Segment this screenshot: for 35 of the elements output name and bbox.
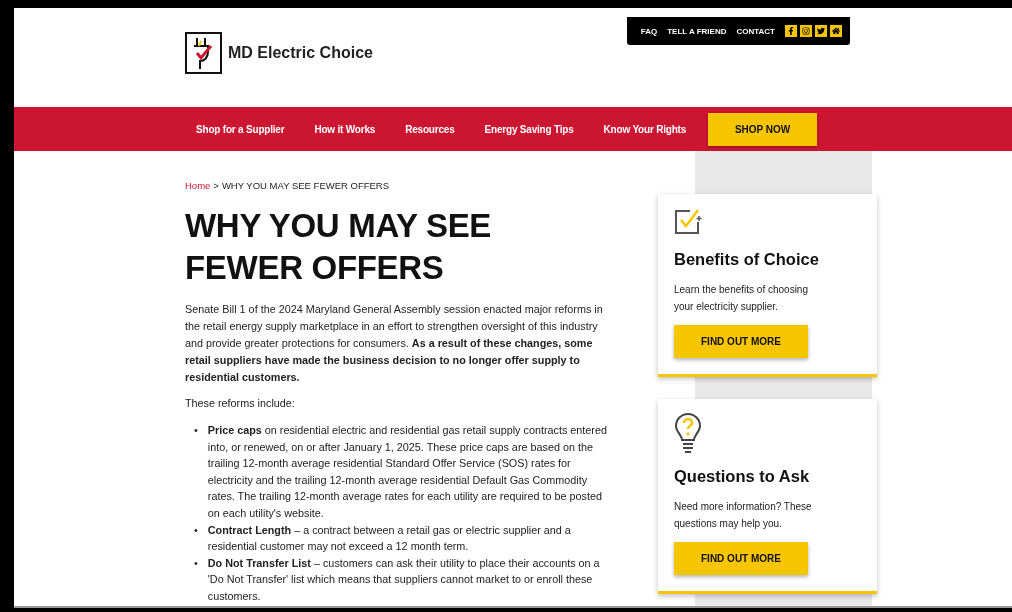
breadcrumb-current: WHY YOU MAY SEE FEWER OFFERS bbox=[221, 180, 390, 191]
instagram-icon[interactable] bbox=[800, 25, 812, 37]
utility-link[interactable]: CONTACT bbox=[736, 26, 775, 36]
reform-list-item: Contract Length – a contract between a retail gas or electric supplier and a residential customer may not exceed a 12 month term. bbox=[207, 522, 572, 555]
nav-link[interactable]: How it Works bbox=[314, 123, 376, 135]
question-lightbulb-icon bbox=[674, 413, 702, 453]
find-out-more-button[interactable]: FIND OUT MORE bbox=[674, 325, 808, 358]
bullet: • bbox=[194, 555, 198, 571]
nav-link[interactable]: Know Your Rights bbox=[603, 123, 687, 135]
bullet: • bbox=[194, 423, 198, 438]
find-out-more-button[interactable]: FIND OUT MORE bbox=[674, 542, 808, 575]
facebook-icon[interactable] bbox=[785, 25, 797, 37]
intro-paragraph: Senate Bill 1 of the 2024 Maryland General Assembly session enacted major reforms in the retail energy supply marketplace in an effort to strengthen oversight of this industry and provide greater protections for consumers. As a result of these changes, some retail suppliers have made the business decision to no longer offer supply to residential customers. bbox=[185, 302, 604, 385]
nav-link[interactable]: Energy Saving Tips bbox=[484, 123, 574, 135]
plug-check-logo-icon bbox=[185, 32, 222, 74]
reform-list-item: Price caps on residential electric and residential gas retail supply contracts entered into, or renewed, on or after January 1, 2025. These price caps are based on the trailing 12-month average residential Standard Offer Service (SOS) rates for electricity and the trailing 12-month average residential Default Gas Commodity rates. The trailing 12-month average rates for each utility are required to be posted on each utility's website. bbox=[207, 423, 608, 521]
twitter-icon[interactable] bbox=[815, 25, 827, 37]
card-title: Questions to Ask bbox=[674, 467, 811, 486]
breadcrumb-home-link[interactable]: Home bbox=[185, 180, 211, 191]
home-icon[interactable] bbox=[830, 25, 842, 37]
card-text: Learn the benefits of choosing your electricity supplier. bbox=[674, 283, 809, 314]
reform-list-item: Do Not Transfer List – customers can ask their utility to place their accounts on a 'Do Not Transfer' list which means that suppliers cannot market to or enroll these customers. bbox=[207, 555, 601, 604]
utility-link[interactable]: FAQ bbox=[640, 26, 658, 36]
bullet: • bbox=[194, 522, 198, 538]
utility-link[interactable]: TELL A FRIEND bbox=[667, 26, 727, 36]
card-title: Benefits of Choice bbox=[674, 250, 820, 269]
nav-link[interactable]: Resources bbox=[405, 123, 455, 135]
breadcrumb-separator: > bbox=[213, 180, 219, 191]
nav-link[interactable]: Shop for a Supplier bbox=[196, 123, 285, 135]
list-intro: These reforms include: bbox=[185, 396, 296, 411]
shop-now-button[interactable]: SHOP NOW bbox=[708, 112, 818, 146]
card-text: Need more information? These questions may help you. bbox=[674, 500, 813, 531]
page-heading: WHY YOU MAY SEE FEWER OFFERS bbox=[185, 206, 493, 288]
checkbox-check-icon bbox=[674, 208, 702, 236]
site-name: MD Electric Choice bbox=[228, 44, 373, 62]
